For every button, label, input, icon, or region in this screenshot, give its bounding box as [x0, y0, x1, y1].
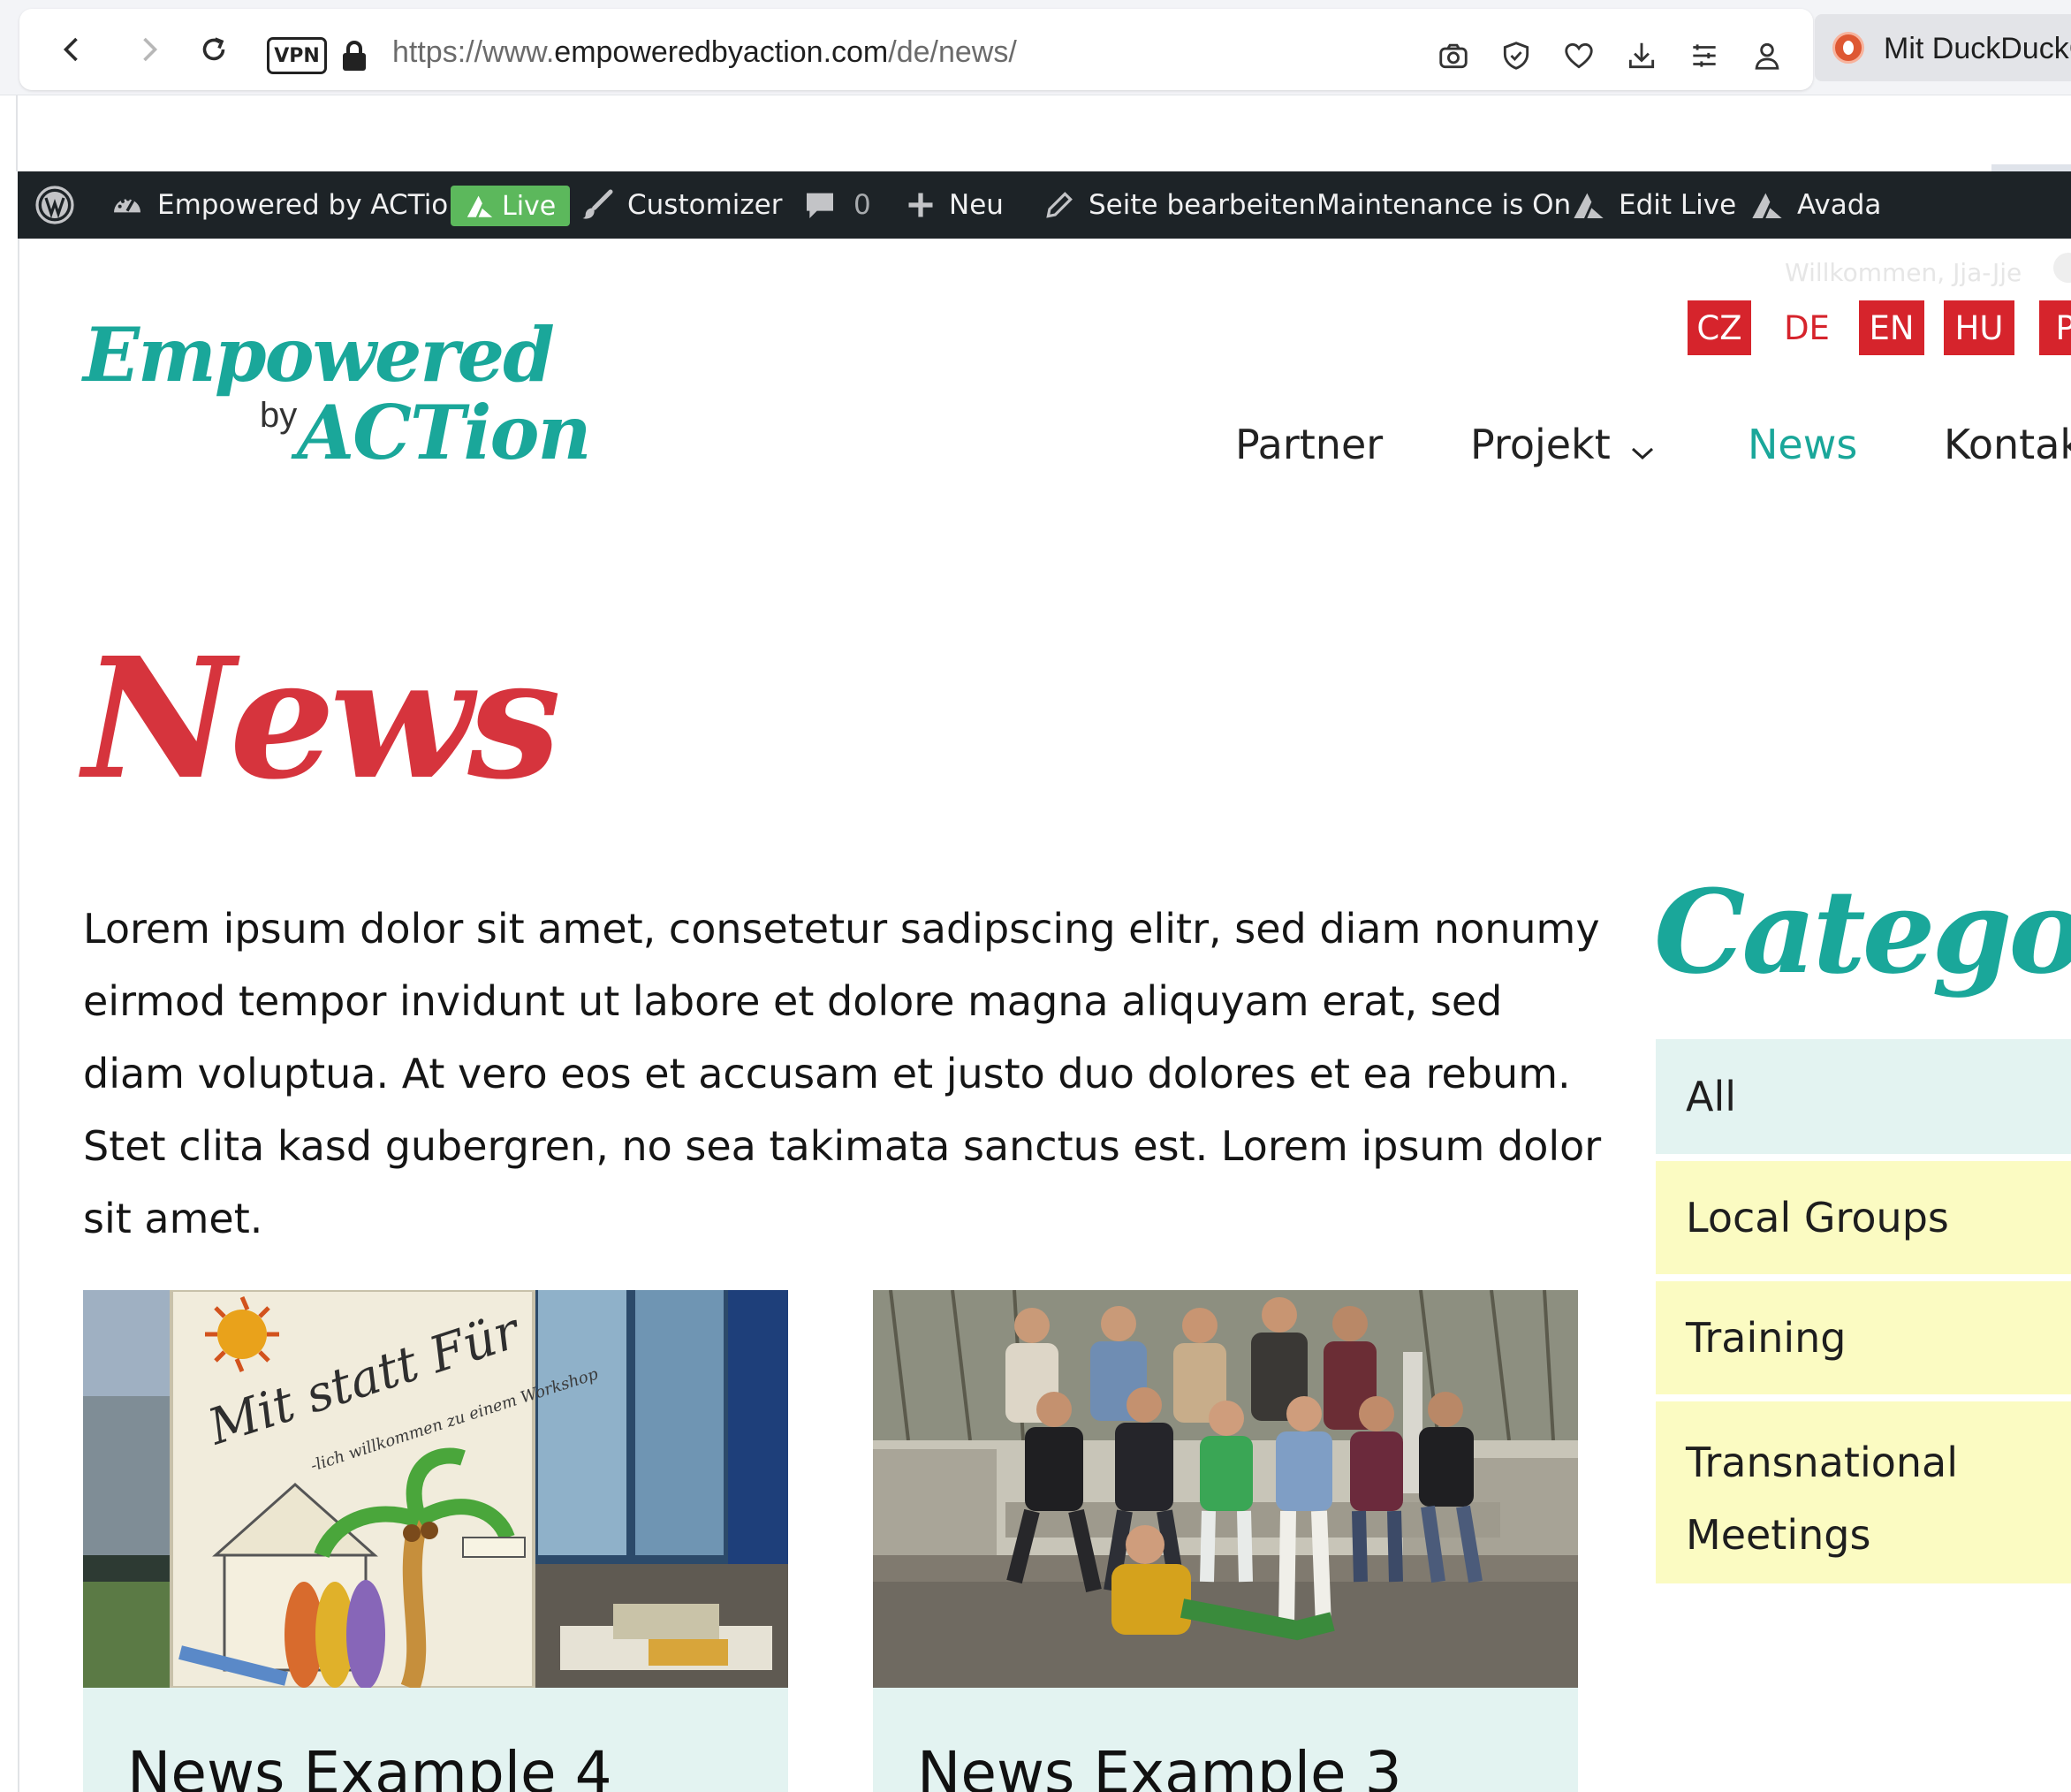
comments-count: 0: [853, 189, 871, 221]
news-card-body: News Example 4: [83, 1688, 788, 1792]
edit-page-label: Seite bearbeiten: [1089, 189, 1316, 221]
browser-toolbar: VPN https://www.empoweredbyaction.com/de…: [0, 0, 2071, 95]
shield-icon[interactable]: [1496, 35, 1536, 76]
reload-icon[interactable]: [193, 28, 235, 71]
duckduckgo-icon: [1832, 32, 1864, 64]
wp-admin-bar: Empowered by ACTion Live Customizer 0 Ne…: [18, 171, 2071, 239]
website-page: Willkommen, Jja-Jje CZ DE EN HU PL Empow…: [18, 239, 2071, 1792]
chevron-down-icon: [1630, 424, 1655, 472]
nav-item-partner[interactable]: Partner: [1235, 421, 1383, 468]
nav-item-kontakt[interactable]: Kontakt: [1944, 421, 2071, 468]
forward-icon[interactable]: [127, 28, 170, 71]
brush-icon: [580, 187, 615, 223]
lang-pl[interactable]: PL: [2039, 300, 2071, 355]
avada-link[interactable]: Avada: [1749, 171, 1881, 239]
pencil-icon: [1043, 188, 1076, 222]
lang-de[interactable]: DE: [1765, 300, 1848, 355]
nav-item-projekt[interactable]: Projekt: [1470, 421, 1655, 472]
account-icon[interactable]: [1747, 35, 1787, 76]
nav-item-projekt-label: Projekt: [1470, 421, 1611, 468]
comment-icon: [802, 187, 838, 223]
address-bar[interactable]: VPN https://www.empoweredbyaction.com/de…: [19, 9, 1813, 90]
comments-link[interactable]: 0: [802, 171, 871, 239]
lang-en[interactable]: EN: [1859, 300, 1924, 355]
download-icon[interactable]: [1621, 35, 1662, 76]
avada-icon: [1571, 189, 1606, 221]
category-transnational-meetings[interactable]: Transnational Meetings: [1656, 1401, 2071, 1583]
avada-icon: [1749, 189, 1785, 221]
customizer-label: Customizer: [627, 189, 783, 221]
heart-icon[interactable]: [1559, 35, 1599, 76]
intro-paragraph: Lorem ipsum dolor sit amet, consetetur s…: [83, 905, 1602, 1242]
lang-cz[interactable]: CZ: [1688, 300, 1751, 355]
plus-icon: [905, 189, 937, 221]
news-card[interactable]: Mit statt Für -lich willkommen zu einem …: [83, 1290, 788, 1792]
new-label: Neu: [949, 189, 1004, 221]
camera-icon[interactable]: [1433, 35, 1474, 76]
category-transnational-line2: Meetings: [1686, 1511, 1871, 1559]
edit-page-link[interactable]: Seite bearbeiten: [1043, 171, 1316, 239]
sidebar-title: Categories: [1654, 864, 2071, 999]
url-path: /de/news/: [888, 35, 1017, 69]
vpn-badge[interactable]: VPN: [267, 37, 327, 74]
welcome-text[interactable]: Willkommen, Jja-Jje: [1785, 258, 2022, 287]
live-badge[interactable]: Live: [451, 186, 571, 226]
category-training[interactable]: Training: [1656, 1281, 2071, 1394]
edit-live-label: Edit Live: [1619, 189, 1737, 221]
lock-icon[interactable]: [341, 41, 368, 72]
live-label: Live: [502, 190, 557, 222]
page-title: News: [83, 621, 561, 816]
lang-hu[interactable]: HU: [1944, 300, 2014, 355]
avada-label: Avada: [1797, 189, 1882, 221]
url-text[interactable]: https://www.empoweredbyaction.com/de/new…: [392, 35, 1017, 70]
news-card-body: News Example 3: [873, 1688, 1578, 1792]
news-card-title[interactable]: News Example 3: [917, 1739, 1402, 1792]
site-name-label: Empowered by ACTion: [157, 189, 466, 221]
category-all[interactable]: All: [1656, 1039, 2071, 1154]
browser-spacer: [16, 95, 2071, 171]
site-name-link[interactable]: Empowered by ACTion: [110, 171, 466, 239]
news-card-image-group[interactable]: [873, 1290, 1578, 1688]
nav-item-news[interactable]: News: [1748, 421, 1857, 468]
logo-line2: ACTion: [297, 389, 592, 476]
news-card[interactable]: News Example 3: [873, 1290, 1578, 1792]
logo-by: by: [260, 396, 298, 435]
url-host: empoweredbyaction.com: [554, 35, 889, 69]
menu-icon[interactable]: [1684, 35, 1725, 76]
customizer-link[interactable]: Customizer: [580, 171, 782, 239]
wordpress-logo-icon[interactable]: [34, 171, 76, 239]
dashboard-icon: [110, 187, 145, 223]
logo-line1: Empowered: [83, 311, 555, 399]
news-card-title[interactable]: News Example 4: [127, 1739, 612, 1792]
new-content-link[interactable]: Neu: [905, 171, 1004, 239]
edit-live-link[interactable]: Edit Live: [1571, 171, 1736, 239]
maintenance-link[interactable]: Maintenance is On: [1316, 171, 1571, 239]
back-icon[interactable]: [51, 28, 94, 71]
category-local-groups[interactable]: Local Groups: [1656, 1161, 2071, 1274]
maintenance-label: Maintenance is On: [1316, 189, 1572, 221]
tab-edge: [1991, 164, 2071, 171]
avada-icon: [467, 195, 493, 217]
screen: VPN https://www.empoweredbyaction.com/de…: [0, 0, 2071, 1792]
category-transnational-line1: Transnational: [1686, 1439, 1958, 1486]
url-scheme: https://www.: [392, 35, 555, 69]
search-engine-button[interactable]: Mit DuckDuckG: [1815, 14, 2071, 81]
news-card-image-workshop[interactable]: Mit statt Für -lich willkommen zu einem …: [83, 1290, 788, 1688]
search-engine-label: Mit DuckDuckG: [1884, 32, 2071, 65]
avatar[interactable]: [2053, 253, 2071, 283]
